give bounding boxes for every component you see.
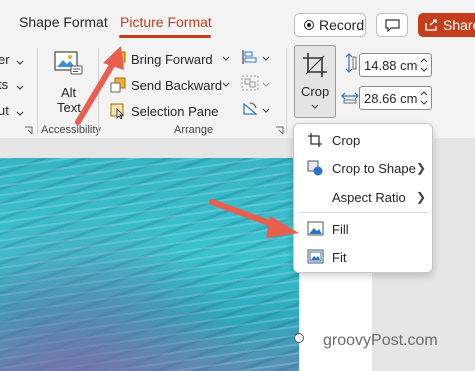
watermark: groovyPost.com xyxy=(323,332,438,349)
annotation-arrows xyxy=(75,46,299,238)
arrow-to-fill-option xyxy=(209,199,299,238)
arrow-to-picture-format-tab xyxy=(75,46,124,125)
